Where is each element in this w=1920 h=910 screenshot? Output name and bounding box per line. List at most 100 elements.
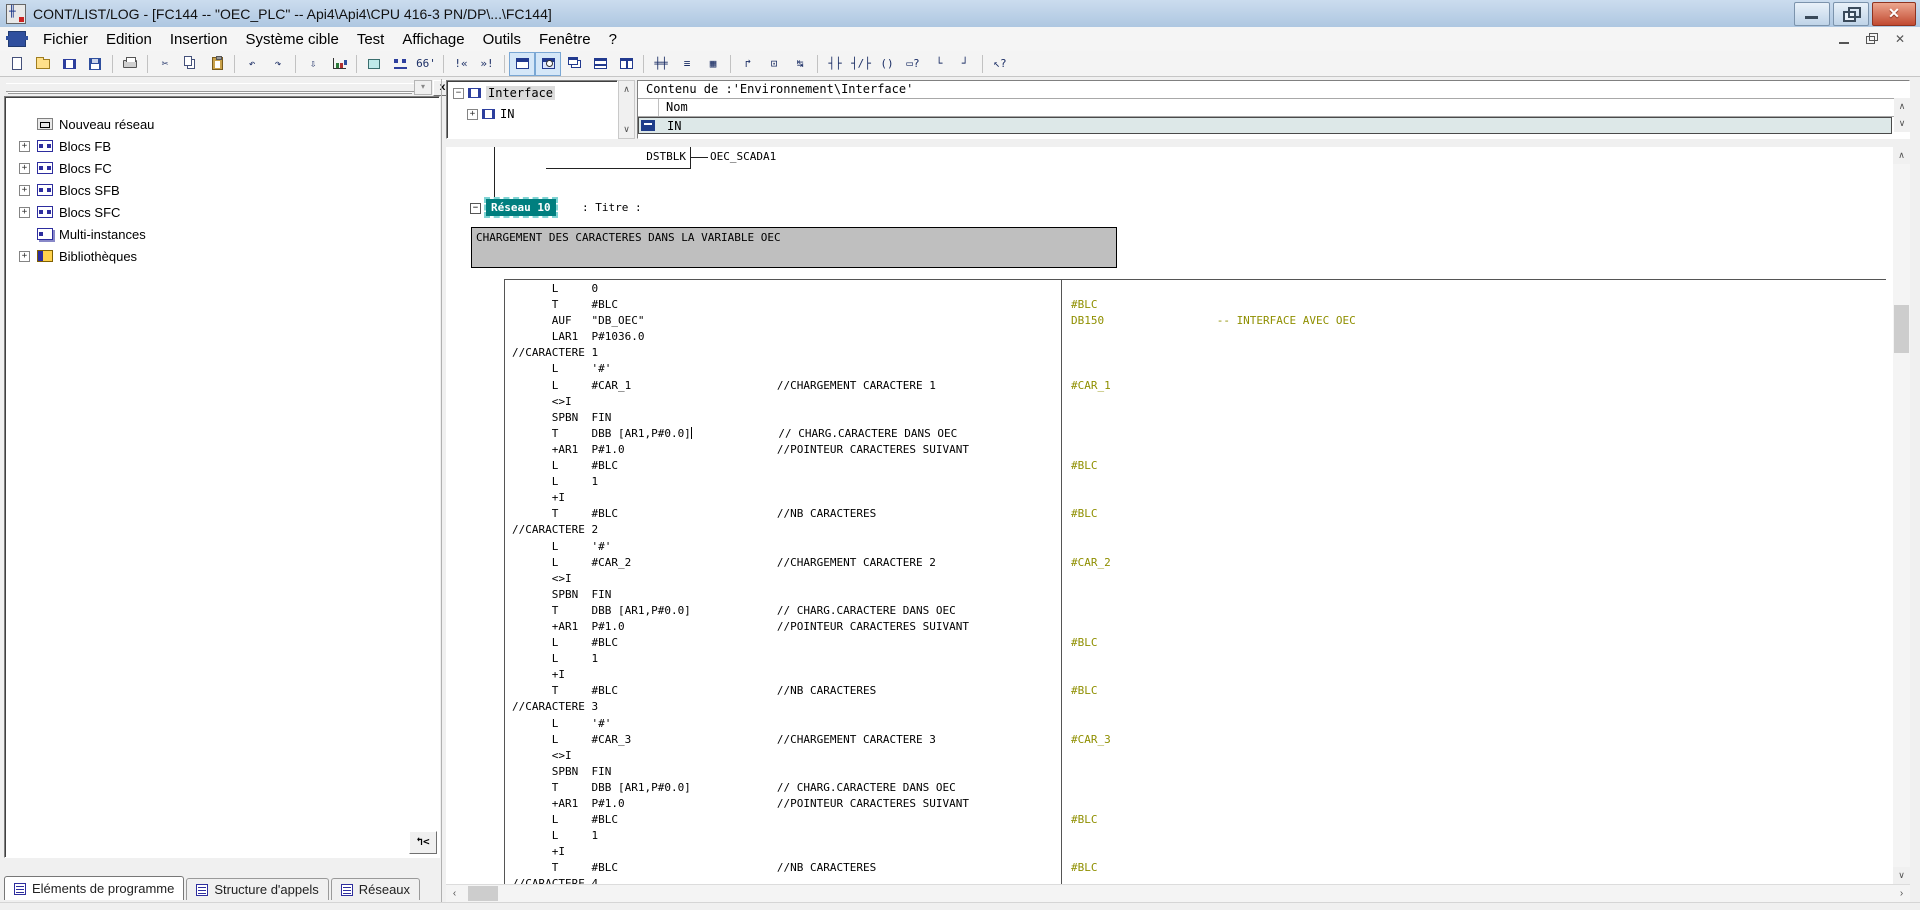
code-line[interactable]: L '#' bbox=[446, 716, 1893, 732]
expand-icon[interactable]: + bbox=[19, 185, 30, 196]
redo-button[interactable]: ↷ bbox=[265, 52, 291, 76]
code-line[interactable]: L #CAR_3 //CHARGEMENT CARACTERE 3#CAR_3 bbox=[446, 732, 1893, 748]
code-line[interactable]: L '#' bbox=[446, 539, 1893, 555]
code-line[interactable]: L #BLC#BLC bbox=[446, 458, 1893, 474]
code-line[interactable]: +I bbox=[446, 844, 1893, 860]
network-collapse-toggle[interactable]: − bbox=[470, 203, 481, 214]
mdi-close-button[interactable] bbox=[1886, 30, 1914, 48]
code-line[interactable]: SPBN FIN bbox=[446, 587, 1893, 603]
network-title-selected[interactable]: Réseau 10 bbox=[486, 199, 556, 216]
code-line[interactable]: //CARACTERE 1 bbox=[446, 345, 1893, 361]
block-box-button[interactable]: ⊡ bbox=[761, 52, 787, 76]
code-line[interactable]: L 1 bbox=[446, 651, 1893, 667]
code-line[interactable]: L #CAR_2 //CHARGEMENT CARACTERE 2#CAR_2 bbox=[446, 555, 1893, 571]
code-line[interactable]: <>I bbox=[446, 394, 1893, 410]
undo-button[interactable]: ↶ bbox=[239, 52, 265, 76]
code-line[interactable]: +I bbox=[446, 667, 1893, 683]
print-button[interactable] bbox=[117, 52, 143, 76]
scroll-left-icon[interactable]: ‹ bbox=[446, 885, 463, 902]
scrollbar-thumb[interactable] bbox=[468, 886, 498, 901]
code-line[interactable]: L #CAR_1 //CHARGEMENT CARACTERE 1#CAR_1 bbox=[446, 378, 1893, 394]
close-button[interactable] bbox=[1872, 2, 1916, 26]
help-pointer-button[interactable]: ↖? bbox=[987, 52, 1013, 76]
code-lines[interactable]: L 0 T #BLC#BLC AUF "DB_OEC"DB150 -- INTE… bbox=[446, 281, 1893, 884]
code-line[interactable]: AUF "DB_OEC"DB150 -- INTERFACE AVEC OEC bbox=[446, 313, 1893, 329]
interface-tree-item-interface[interactable]: −Interface bbox=[447, 84, 617, 102]
mdi-minimize-button[interactable] bbox=[1830, 30, 1858, 48]
interface-tree-item-in[interactable]: +IN bbox=[447, 105, 617, 123]
menu-test[interactable]: Test bbox=[348, 28, 394, 51]
tab-réseaux[interactable]: Réseaux bbox=[331, 878, 420, 900]
connection-button[interactable] bbox=[387, 52, 413, 76]
code-line[interactable]: T #BLC //NB CARACTERES#BLC bbox=[446, 860, 1893, 876]
network-comment-box[interactable]: CHARGEMENT DES CARACTERES DANS LA VARIAB… bbox=[471, 227, 1117, 268]
no-contact-button[interactable]: ┤├ bbox=[822, 52, 848, 76]
tree-item-blocs-fb[interactable]: +Blocs FB bbox=[5, 135, 439, 157]
code-line[interactable]: T #BLC //NB CARACTERES#BLC bbox=[446, 506, 1893, 522]
code-line[interactable]: L #BLC#BLC bbox=[446, 812, 1893, 828]
code-line[interactable]: <>I bbox=[446, 571, 1893, 587]
expand-icon[interactable]: − bbox=[453, 88, 464, 99]
program-status-button[interactable] bbox=[361, 52, 387, 76]
tree-item-multi-instances[interactable]: Multi-instances bbox=[5, 223, 439, 245]
tree-item-blocs-sfb[interactable]: +Blocs SFB bbox=[5, 179, 439, 201]
next-error-button[interactable]: »! bbox=[474, 52, 500, 76]
expand-icon[interactable]: + bbox=[467, 109, 478, 120]
menu-?[interactable]: ? bbox=[600, 28, 626, 51]
scroll-up-icon[interactable]: ∧ bbox=[1893, 147, 1910, 164]
code-line[interactable]: L 1 bbox=[446, 828, 1893, 844]
code-line[interactable]: SPBN FIN bbox=[446, 764, 1893, 780]
previous-error-button[interactable]: !« bbox=[448, 52, 474, 76]
tree-item-nouveau-réseau[interactable]: Nouveau réseau bbox=[5, 113, 439, 135]
code-line[interactable]: +I bbox=[446, 490, 1893, 506]
display-block-button[interactable] bbox=[56, 52, 82, 76]
download-button[interactable]: ⇩ bbox=[300, 52, 326, 76]
menu-insertion[interactable]: Insertion bbox=[161, 28, 237, 51]
menu-affichage[interactable]: Affichage bbox=[393, 28, 473, 51]
vertical-splitter[interactable] bbox=[441, 79, 442, 902]
stl-code-editor[interactable]: DSTBLK OEC_SCADA1 − Réseau 10 : Titre : … bbox=[446, 147, 1893, 884]
nc-contact-button[interactable]: ┤/├ bbox=[848, 52, 874, 76]
view-window-button[interactable] bbox=[509, 52, 535, 76]
cascade-windows-button[interactable] bbox=[561, 52, 587, 76]
new-network-button[interactable]: ╪╪ bbox=[648, 52, 674, 76]
code-line[interactable]: T DBB [AR1,P#0.0] // CHARG.CARACTERE DAN… bbox=[446, 426, 1893, 442]
scroll-up-icon[interactable]: ∧ bbox=[1894, 98, 1910, 115]
open-branch-button[interactable]: └ bbox=[926, 52, 952, 76]
swap-view-button[interactable]: ↹ bbox=[787, 52, 813, 76]
code-line[interactable]: L #BLC#BLC bbox=[446, 635, 1893, 651]
menu-fen-tre[interactable]: Fenêtre bbox=[530, 28, 600, 51]
scroll-down-icon[interactable]: ∨ bbox=[619, 121, 634, 138]
panel-collapse-button[interactable]: ↰< bbox=[409, 831, 437, 854]
code-line[interactable]: T DBB [AR1,P#0.0] // CHARG.CARACTERE DAN… bbox=[446, 603, 1893, 619]
code-line[interactable]: //CARACTERE 3 bbox=[446, 699, 1893, 715]
code-line[interactable]: //CARACTERE 2 bbox=[446, 522, 1893, 538]
menu-outils[interactable]: Outils bbox=[474, 28, 530, 51]
empty-box-button[interactable]: ▭? bbox=[900, 52, 926, 76]
code-line[interactable]: L 0 bbox=[446, 281, 1893, 297]
interface-row-in[interactable]: IN bbox=[638, 117, 1892, 134]
symbol-table-button[interactable]: ▦ bbox=[700, 52, 726, 76]
minimize-button[interactable] bbox=[1794, 2, 1830, 26]
document-icon[interactable] bbox=[8, 31, 26, 47]
code-line[interactable]: +AR1 P#1.0 //POINTEUR CARACTERES SUIVANT bbox=[446, 796, 1893, 812]
expand-icon[interactable]: + bbox=[19, 251, 30, 262]
code-line[interactable]: L '#' bbox=[446, 361, 1893, 377]
menu-syst-me-cible[interactable]: Système cible bbox=[236, 28, 347, 51]
code-line[interactable]: T DBB [AR1,P#0.0] // CHARG.CARACTERE DAN… bbox=[446, 780, 1893, 796]
close-branch-button[interactable]: ┘ bbox=[952, 52, 978, 76]
scroll-right-icon[interactable]: › bbox=[1893, 885, 1910, 902]
expand-icon[interactable]: + bbox=[19, 163, 30, 174]
paste-button[interactable] bbox=[204, 52, 230, 76]
expand-icon[interactable]: + bbox=[19, 207, 30, 218]
program-elements-toggle-button[interactable]: ≡ bbox=[674, 52, 700, 76]
code-line[interactable]: +AR1 P#1.0 //POINTEUR CARACTERES SUIVANT bbox=[446, 619, 1893, 635]
cut-button[interactable]: ✂ bbox=[152, 52, 178, 76]
app-icon[interactable] bbox=[6, 4, 26, 24]
code-line[interactable]: <>I bbox=[446, 748, 1893, 764]
menu-fichier[interactable]: Fichier bbox=[34, 28, 97, 51]
tree-item-blocs-fc[interactable]: +Blocs FC bbox=[5, 157, 439, 179]
menu-edition[interactable]: Edition bbox=[97, 28, 161, 51]
code-line[interactable]: T #BLC //NB CARACTERES#BLC bbox=[446, 683, 1893, 699]
new-file-button[interactable] bbox=[4, 52, 30, 76]
